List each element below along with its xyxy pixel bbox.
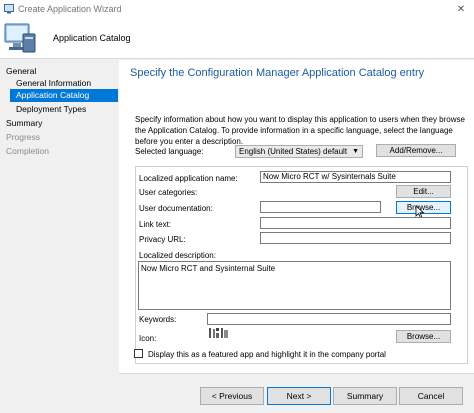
privacy-url-label: Privacy URL: [139, 235, 186, 244]
chevron-down-icon: ▼ [352, 148, 359, 155]
window-controls: ✕ [448, 0, 474, 18]
localized-description-textarea[interactable]: Now Micro RCT and Sysinternal Suite [138, 261, 451, 310]
edit-categories-button[interactable]: Edit... [396, 185, 451, 198]
nav-item-application-catalog[interactable]: Application Catalog [10, 89, 118, 102]
previous-button[interactable]: < Previous [200, 387, 264, 405]
computer-icon [4, 23, 36, 53]
next-button[interactable]: Next > [267, 387, 331, 405]
featured-app-checkbox[interactable] [134, 349, 143, 358]
cancel-button[interactable]: Cancel [399, 387, 463, 405]
icon-label: Icon: [139, 334, 157, 343]
close-icon[interactable]: ✕ [448, 0, 474, 18]
application-icon-preview [209, 328, 228, 338]
nav-item-summary[interactable]: Summary [6, 117, 118, 130]
user-documentation-label: User documentation: [139, 204, 213, 213]
language-select[interactable]: English (United States) default ▼ [235, 145, 363, 158]
user-categories-label: User categories: [139, 188, 198, 197]
user-documentation-input[interactable] [260, 201, 381, 213]
content-description: Specify information about how you want t… [135, 115, 465, 146]
selected-language-label: Selected language: [135, 147, 204, 156]
localized-name-input[interactable]: Now Micro RCT w/ Sysinternals Suite [260, 171, 451, 183]
browse-icon-button[interactable]: Browse... [396, 330, 451, 343]
keywords-label: Keywords: [139, 315, 177, 324]
wizard-footer: < Previous Next > Summary Cancel [119, 373, 474, 413]
page-title: Application Catalog [53, 33, 131, 43]
add-remove-button[interactable]: Add/Remove... [376, 144, 456, 157]
link-text-input[interactable] [260, 217, 451, 229]
link-text-label: Link text: [139, 220, 172, 229]
nav-item-completion: Completion [6, 146, 49, 156]
content-title: Specify the Configuration Manager Applic… [130, 67, 425, 79]
localized-description-label: Localized description: [139, 251, 216, 260]
window-title: Create Application Wizard [18, 4, 122, 14]
nav-item-deployment-types[interactable]: Deployment Types [16, 103, 118, 116]
featured-app-label: Display this as a featured app and highl… [148, 350, 386, 359]
window-titlebar: Create Application Wizard ✕ [0, 0, 474, 18]
wizard-content: Specify the Configuration Manager Applic… [119, 60, 474, 373]
wizard-header: Application Catalog [0, 18, 474, 59]
keywords-input[interactable] [207, 313, 451, 325]
summary-button[interactable]: Summary [333, 387, 397, 405]
privacy-url-input[interactable] [260, 232, 451, 244]
app-icon [4, 4, 14, 14]
localized-name-label: Localized application name: [139, 174, 238, 183]
language-select-value: English (United States) default [239, 147, 348, 156]
nav-item-progress: Progress [6, 132, 41, 142]
wizard-nav: General General Information Application … [0, 60, 118, 413]
